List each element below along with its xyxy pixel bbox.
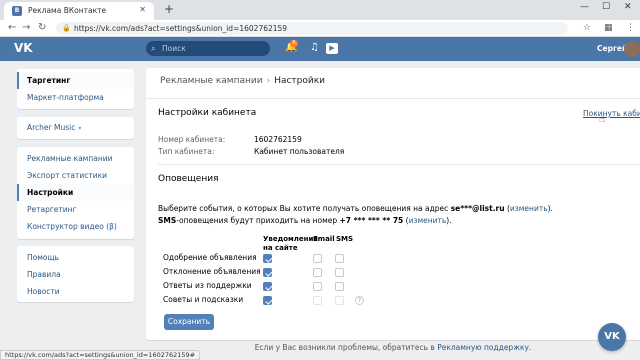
column-site-notifications: Уведомления на сайте [263, 235, 318, 252]
site-checkbox[interactable] [263, 282, 272, 291]
breadcrumb-settings: Настройки [274, 76, 326, 86]
vk-logo[interactable]: VK [14, 41, 33, 55]
notification-row-label: Одобрение объявления [163, 253, 257, 262]
cabinet-type-value: Кабинет пользователя [254, 147, 345, 156]
sidebar-item-news[interactable]: Новости [17, 283, 134, 300]
site-checkbox[interactable] [263, 268, 272, 277]
sms-checkbox[interactable] [335, 282, 344, 291]
search-icon: ⌕ [151, 44, 156, 53]
username[interactable]: Сергей [597, 44, 627, 53]
sms-notice-text: -оповещения будут приходить на номер [176, 216, 340, 225]
sidebar-group-ads: Рекламные кампании Экспорт статистики На… [17, 147, 134, 239]
footer: Если у Вас возникли проблемы, обратитесь… [146, 343, 640, 352]
sidebar-group-help: Помощь Правила Новости [17, 246, 134, 302]
notifications-title: Оповещения [158, 174, 219, 184]
minimize-icon[interactable]: — [580, 2, 589, 12]
breadcrumb-campaigns[interactable]: Рекламные кампании [160, 76, 263, 86]
close-window-icon[interactable]: ✕ [624, 2, 632, 12]
browser-tab-bar: В Реклама ВКонтакте ✕ + — ☐ ✕ [0, 0, 640, 20]
site-checkbox[interactable] [263, 296, 272, 305]
save-button[interactable]: Сохранить [164, 314, 214, 330]
lock-icon: 🔒 [62, 24, 71, 32]
url-field[interactable]: 🔒 https://vk.com/ads?act=settings&union_… [56, 22, 568, 35]
notification-row-label: Отклонение объявления [163, 267, 261, 276]
change-phone-link[interactable]: изменить [409, 216, 447, 225]
sidebar-item-targeting[interactable]: Таргетинг [17, 72, 134, 89]
sidebar-item-settings[interactable]: Настройки [17, 184, 134, 201]
search-input[interactable]: ⌕ Поиск [146, 41, 270, 56]
star-icon[interactable]: ☆ [583, 23, 591, 33]
search-placeholder: Поиск [162, 44, 186, 53]
email-checkbox[interactable] [313, 296, 322, 305]
sms-notice: SMS-оповещения будут приходить на номер … [158, 216, 452, 225]
paren-close: ). [547, 204, 553, 213]
account-name: Archer Music [27, 123, 76, 132]
account-selector[interactable]: Archer Music ▾ [17, 119, 134, 136]
url-text: https://vk.com/ads?act=settings&union_id… [74, 24, 288, 33]
sidebar-item-export-stats[interactable]: Экспорт статистики [17, 167, 134, 184]
back-icon[interactable]: ← [8, 22, 16, 33]
vk-favicon-icon: В [12, 6, 22, 16]
new-tab-icon[interactable]: + [164, 2, 174, 16]
divider [146, 98, 640, 99]
close-tab-icon[interactable]: ✕ [139, 5, 146, 14]
email-address: se***@list.ru [450, 204, 505, 213]
email-notice: Выберите события, о которых Вы хотите по… [158, 204, 553, 213]
sidebar-item-rules[interactable]: Правила [17, 266, 134, 283]
settings-panel: Рекламные кампании › Настройки Настройки к… [146, 68, 640, 340]
sms-checkbox[interactable] [335, 296, 344, 305]
sidebar-item-campaigns[interactable]: Рекламные кампании [17, 150, 134, 167]
vk-header: VK ⌕ Поиск 🔔 6 ♫ ▶ Сергей [0, 37, 640, 61]
chevron-down-icon: ▾ [78, 125, 82, 132]
menu-icon[interactable]: ⋮ [626, 23, 635, 33]
status-bar-url: https://vk.com/ads?act=settings&union_id… [0, 350, 201, 360]
site-checkbox[interactable] [263, 254, 272, 263]
change-email-link[interactable]: изменить [510, 204, 548, 213]
divider [158, 164, 640, 165]
breadcrumb: Рекламные кампании › Настройки [160, 76, 325, 86]
notifications-badge: 6 [290, 40, 298, 47]
tab-title: Реклама ВКонтакте [28, 6, 107, 15]
footer-end: . [528, 343, 532, 352]
avatar[interactable] [624, 41, 640, 57]
cabinet-settings-title: Настройки кабинета [158, 108, 257, 118]
cabinet-type-label: Тип кабинета: [158, 147, 215, 156]
column-email: Email [313, 235, 335, 243]
phone-number: +7 *** *** ** 75 [339, 216, 404, 225]
paren-close: ). [446, 216, 452, 225]
sidebar-item-retargeting[interactable]: Ретаргетинг [17, 201, 134, 218]
footer-text: Если у Вас возникли проблемы, обратитесь… [254, 343, 438, 352]
notification-row-label: Советы и подсказки [163, 295, 244, 304]
sidebar-item-market-platform[interactable]: Маркет-платформа [17, 89, 134, 106]
sidebar-group-targeting: Таргетинг Маркет-платформа [17, 69, 134, 109]
sms-checkbox[interactable] [335, 268, 344, 277]
notification-row-label: Ответы из поддержки [163, 281, 252, 290]
email-checkbox[interactable] [313, 282, 322, 291]
extension-icon[interactable]: ▦ [604, 23, 613, 33]
email-checkbox[interactable] [313, 254, 322, 263]
cursor-hand-icon: ☝ [599, 114, 606, 125]
vk-fab-button[interactable]: VK [598, 323, 626, 351]
email-notice-text: Выберите события, о которых Вы хотите по… [158, 204, 451, 213]
sms-label: SMS [158, 216, 177, 225]
leave-cabinet-link[interactable]: Покинуть кабинет [583, 109, 640, 118]
sms-checkbox[interactable] [335, 254, 344, 263]
cabinet-number-label: Номер кабинета: [158, 135, 226, 144]
ad-support-link[interactable]: Рекламную поддержку [437, 343, 529, 352]
email-checkbox[interactable] [313, 268, 322, 277]
help-icon[interactable]: ? [355, 296, 364, 305]
maximize-icon[interactable]: ☐ [602, 2, 610, 12]
sidebar-account-box: Archer Music ▾ [17, 117, 134, 139]
sidebar-item-help[interactable]: Помощь [17, 249, 134, 266]
cabinet-number-value: 1602762159 [254, 135, 302, 144]
reload-icon[interactable]: ↻ [38, 22, 46, 33]
address-bar-row: ← → ↻ 🔒 https://vk.com/ads?act=settings&… [0, 20, 640, 37]
breadcrumb-separator-icon: › [266, 76, 271, 86]
browser-tab[interactable]: В Реклама ВКонтакте ✕ [4, 2, 154, 20]
forward-icon[interactable]: → [22, 22, 30, 33]
music-icon[interactable]: ♫ [310, 42, 319, 53]
column-sms: SMS [336, 235, 354, 243]
play-icon[interactable]: ▶ [326, 43, 338, 54]
sidebar-item-video-constructor[interactable]: Конструктор видео (β) [17, 218, 134, 235]
